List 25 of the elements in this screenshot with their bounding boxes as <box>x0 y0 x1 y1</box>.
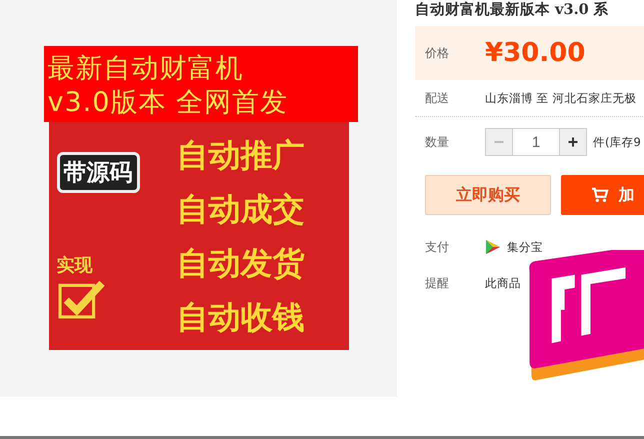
add-to-cart-button[interactable]: 加 <box>560 175 644 215</box>
quantity-field[interactable]: 1 <box>513 128 559 156</box>
feature-text: 自动收钱 <box>176 296 304 336</box>
reminder-label: 提醒 <box>425 274 450 292</box>
feature-text: 自动成交 <box>176 188 304 228</box>
reminder-text: 此商品 <box>485 276 521 290</box>
payment-method: 集分宝 <box>507 240 543 254</box>
price-value: ¥30.00 <box>485 38 586 68</box>
headline-text: v3.0版本 全网首发 <box>48 86 289 120</box>
price-label: 价格 <box>425 44 450 62</box>
achieve-label: 实现 <box>56 254 94 278</box>
buy-now-button[interactable]: 立即购买 <box>425 175 550 215</box>
delivery-route: 山东淄博 至 河北石家庄无极 <box>485 90 636 106</box>
delivery-label: 配送 <box>425 90 450 106</box>
headline-text: 最新自动财富机 <box>48 52 244 86</box>
cart-icon <box>590 187 608 203</box>
feature-text: 自动推广 <box>176 134 304 174</box>
stock-text: 件(库存9 <box>593 134 641 150</box>
product-title: 自动财富机最新版本 v3.0 系 <box>415 0 610 20</box>
payment-label: 支付 <box>425 238 450 256</box>
source-code-label: 带源码 <box>56 152 140 193</box>
play-logo-icon <box>485 239 501 255</box>
feature-text: 自动发货 <box>176 242 304 282</box>
quantity-label: 数量 <box>425 134 450 150</box>
increase-button[interactable]: + <box>559 128 587 156</box>
